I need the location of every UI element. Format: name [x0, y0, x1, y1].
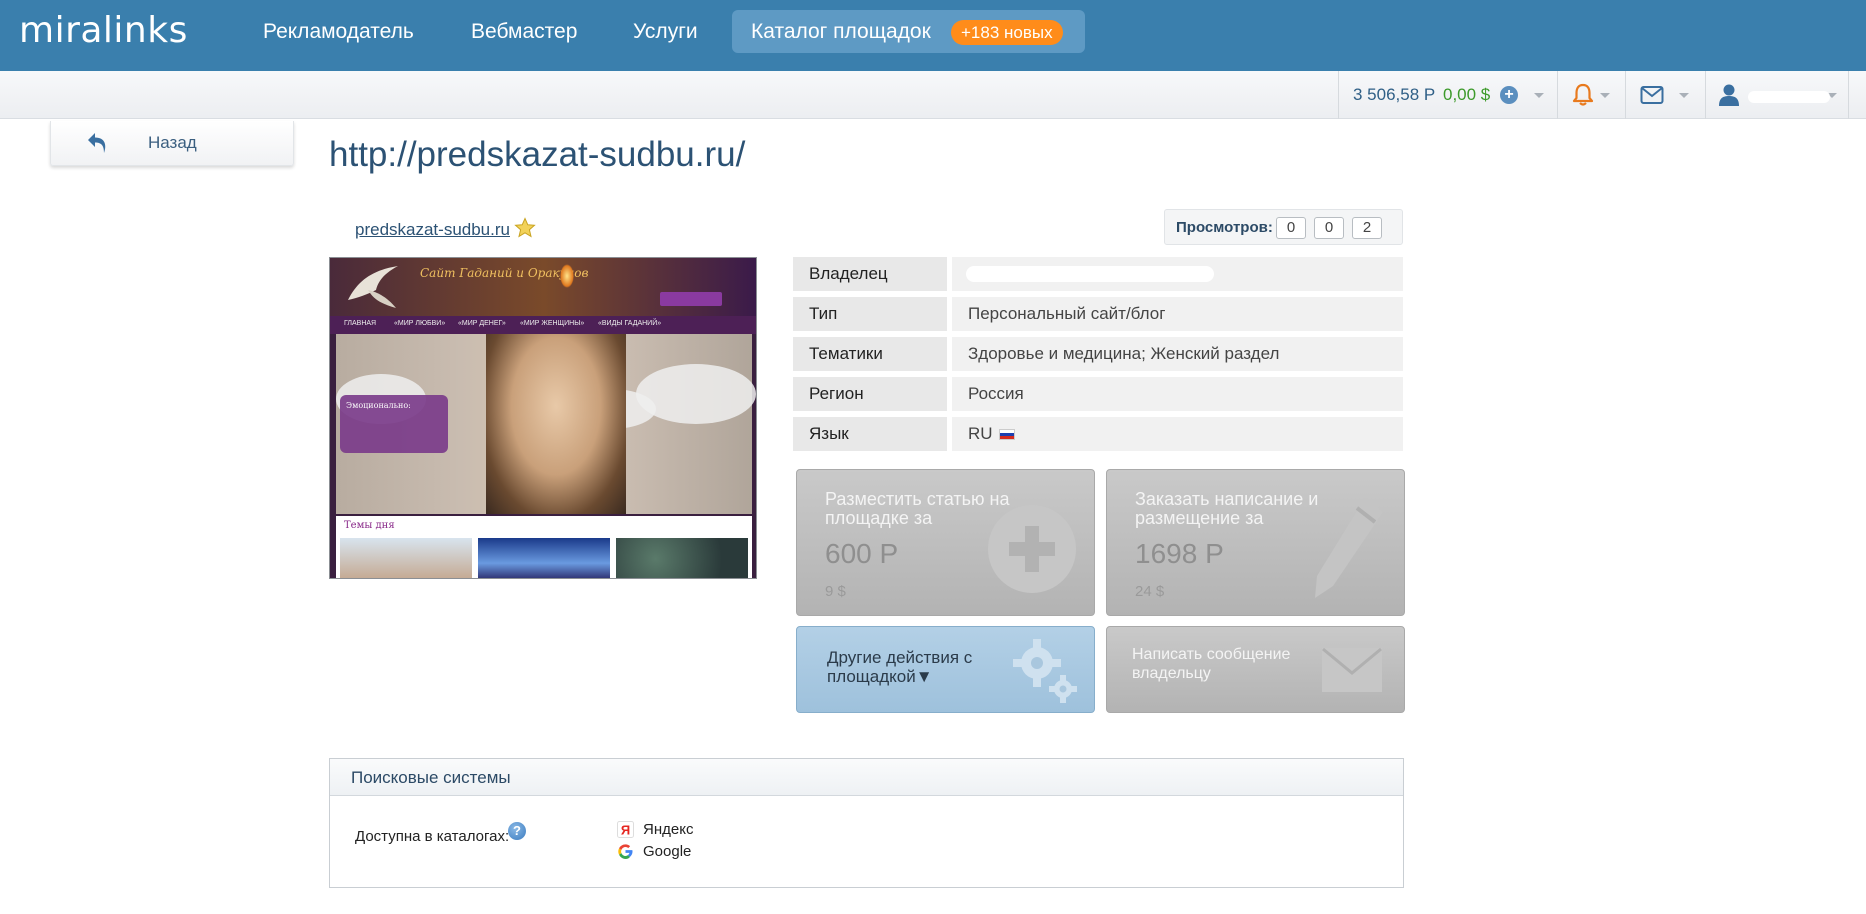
- help-icon[interactable]: ?: [508, 822, 526, 840]
- order-writing-title: Заказать написание и размещение за: [1135, 489, 1319, 528]
- thumb-pic: [616, 538, 748, 578]
- new-sites-badge: +183 новых: [951, 20, 1063, 45]
- info-key: Тип: [793, 297, 947, 331]
- engine-google: Google: [643, 843, 692, 860]
- nav-advertiser[interactable]: Рекламодатель: [263, 0, 414, 64]
- views-counter: 2: [1352, 217, 1382, 239]
- info-row-topics: Тематики Здоровье и медицина; Женский ра…: [793, 337, 1403, 371]
- thumb-header: Сайт Гаданий и Оракулов: [330, 258, 756, 316]
- cloud: [636, 364, 756, 424]
- panel-header: Поисковые системы: [330, 759, 1403, 796]
- messages-chevron-down-icon[interactable]: [1679, 93, 1689, 98]
- search-systems-panel: Поисковые системы Доступна в каталогах: …: [329, 758, 1404, 888]
- order-writing-button[interactable]: Заказать написание и размещение за 1698 …: [1106, 469, 1405, 616]
- info-value: RU: [952, 417, 1403, 451]
- place-article-title: Разместить статью на площадке за: [825, 489, 1010, 528]
- back-button-label: Назад: [148, 133, 197, 152]
- yandex-icon: Я: [617, 821, 634, 838]
- thumb-menu-item: «МИР ДЕНЕГ»: [458, 320, 506, 327]
- other-actions-button[interactable]: Другие действия с площадкой▼: [796, 626, 1095, 713]
- thumb-bottom-title: Темы дня: [344, 520, 395, 531]
- user-name-redacted[interactable]: [1748, 91, 1830, 103]
- woman-face-image: [486, 334, 626, 514]
- russia-flag-icon: [998, 429, 1015, 440]
- message-owner-title: Написать сообщение владельцу: [1132, 646, 1291, 682]
- views-counter: 0: [1276, 217, 1306, 239]
- other-actions-title: Другие действия с площадкой▼: [827, 648, 973, 686]
- notifications-chevron-down-icon[interactable]: [1600, 93, 1610, 98]
- catalogs-label: Доступна в каталогах:: [355, 828, 510, 845]
- info-value: Россия: [952, 377, 1403, 411]
- language-value: RU: [968, 424, 993, 443]
- thumb-hero-image: Эмоционально:: [336, 334, 756, 514]
- thumb-menu-item: ГЛАВНАЯ: [344, 320, 377, 327]
- views-counter-box: Просмотров: 0 0 2: [1164, 209, 1403, 245]
- bell-icon[interactable]: [1572, 83, 1594, 107]
- views-counter: 0: [1314, 217, 1344, 239]
- nav-webmaster[interactable]: Вебмастер: [471, 0, 577, 64]
- info-key: Тематики: [793, 337, 947, 371]
- place-article-button[interactable]: Разместить статью на площадке за 600 Р 9…: [796, 469, 1095, 616]
- balance-usd[interactable]: 0,00 $: [1443, 85, 1490, 105]
- engine-yandex: Яндекс: [643, 821, 694, 838]
- back-button[interactable]: Назад: [50, 121, 294, 166]
- info-key: Регион: [793, 377, 947, 411]
- info-row-language: Язык RU: [793, 417, 1403, 451]
- slider-dots: [506, 578, 566, 579]
- thumb-menu: ГЛАВНАЯ «МИР ЛЮБВИ» «МИР ДЕНЕГ» «МИР ЖЕН…: [330, 316, 756, 334]
- thumb-caption: Эмоционально:: [340, 395, 448, 453]
- nav-services[interactable]: Услуги: [633, 0, 698, 64]
- order-writing-price-usd: 24 $: [1135, 583, 1165, 600]
- user-icon[interactable]: [1718, 83, 1740, 107]
- nav-catalog-label: Каталог площадок: [751, 20, 931, 43]
- separator: [1557, 71, 1558, 119]
- thumb-menu-item: «МИР ЛЮБВИ»: [394, 320, 446, 327]
- dove-icon: [348, 266, 398, 308]
- thumb-menu-item: «ВИДЫ ГАДАНИЙ»: [598, 320, 662, 327]
- account-bar: 3 506,58 Р 0,00 $ +: [0, 71, 1866, 119]
- info-row-owner: Владелец: [793, 257, 1403, 291]
- message-owner-button[interactable]: Написать сообщение владельцу: [1106, 626, 1405, 713]
- separator: [1848, 71, 1849, 119]
- separator: [1338, 71, 1339, 119]
- mail-icon[interactable]: [1640, 85, 1664, 105]
- page-title: http://predskazat-sudbu.ru/: [329, 135, 746, 174]
- separator: [1625, 71, 1626, 119]
- info-key: Язык: [793, 417, 947, 451]
- site-link[interactable]: predskazat-sudbu.ru: [355, 220, 510, 240]
- svg-text:Я: Я: [621, 823, 630, 838]
- thumb-menu-item: «МИР ЖЕНЩИНЫ»: [520, 320, 585, 327]
- panel-title: Поисковые системы: [351, 768, 511, 787]
- balance-chevron-down-icon[interactable]: [1534, 93, 1544, 98]
- favorite-star-icon[interactable]: [514, 217, 536, 239]
- thumb-pic: [340, 538, 472, 578]
- views-label: Просмотров:: [1176, 219, 1273, 236]
- owner-redacted: [966, 266, 1214, 282]
- balance-rub[interactable]: 3 506,58 Р: [1353, 85, 1435, 105]
- separator: [1705, 71, 1706, 119]
- info-key: Владелец: [793, 257, 947, 291]
- thumb-pic: [478, 538, 610, 578]
- info-value: Персональный сайт/блог: [952, 297, 1403, 331]
- nav-catalog[interactable]: Каталог площадок +183 новых: [732, 10, 1085, 53]
- info-value: [952, 257, 1403, 291]
- thumb-header-button: [660, 292, 722, 306]
- add-funds-plus-icon[interactable]: +: [1500, 86, 1518, 104]
- order-writing-price: 1698 Р: [1135, 538, 1224, 569]
- info-row-region: Регион Россия: [793, 377, 1403, 411]
- logo[interactable]: miralinks: [19, 10, 188, 51]
- back-arrow-icon: [88, 133, 106, 153]
- info-row-type: Тип Персональный сайт/блог: [793, 297, 1403, 331]
- candle-icon: [560, 264, 574, 288]
- info-value: Здоровье и медицина; Женский раздел: [952, 337, 1403, 371]
- google-icon: [618, 844, 633, 859]
- site-screenshot[interactable]: Сайт Гаданий и Оракулов ГЛАВНАЯ «МИР ЛЮБ…: [329, 257, 757, 579]
- place-article-price-usd: 9 $: [825, 583, 846, 600]
- place-article-price: 600 Р: [825, 538, 899, 569]
- thumb-caption-title: Эмоционально:: [346, 401, 411, 410]
- top-navbar: miralinks Рекламодатель Вебмастер Услуги…: [0, 0, 1866, 71]
- thumb-bottom: Темы дня: [336, 516, 752, 578]
